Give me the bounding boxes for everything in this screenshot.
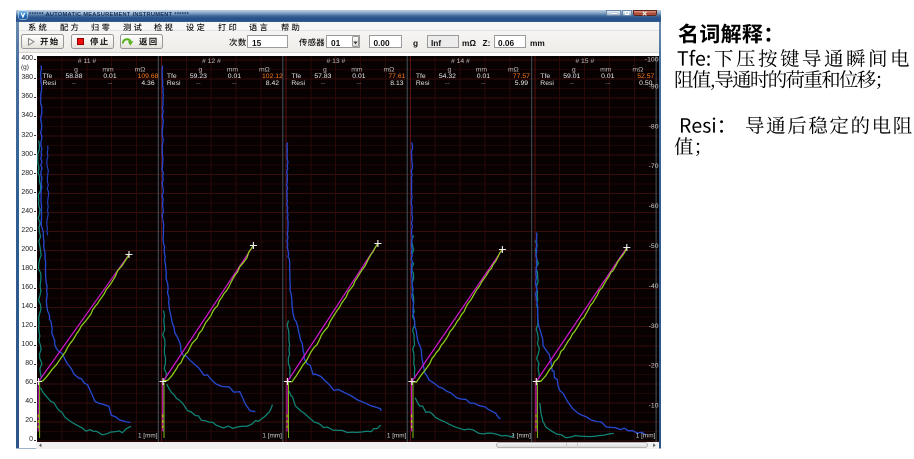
svg-text:--: --: [481, 80, 486, 87]
svg-text:1 [mm]: 1 [mm]: [137, 432, 157, 439]
svg-text:-70: -70: [648, 163, 658, 170]
svg-text:4.36: 4.36: [141, 80, 154, 87]
svg-text:# 14 #: # 14 #: [450, 57, 469, 64]
svg-text:--: --: [569, 80, 574, 87]
svg-text:# 11 #: # 11 #: [77, 57, 96, 64]
svg-text:5.99: 5.99: [514, 80, 527, 87]
svg-text:Resi: Resi: [291, 80, 305, 87]
svg-text:1 [mm]: 1 [mm]: [635, 432, 655, 439]
svg-text:Resi: Resi: [166, 80, 180, 87]
svg-text:8.13: 8.13: [390, 80, 403, 87]
svg-text:-50: -50: [648, 243, 658, 250]
svg-text:-40: -40: [648, 282, 658, 289]
svg-text:--: --: [232, 80, 237, 87]
svg-text:-90: -90: [648, 83, 658, 90]
svg-text:-60: -60: [648, 203, 658, 210]
svg-text:-30: -30: [648, 322, 658, 329]
svg-text:8.42: 8.42: [265, 80, 278, 87]
svg-text:Resi: Resi: [415, 80, 429, 87]
svg-text:--: --: [107, 80, 112, 87]
svg-text:# 15 #: # 15 #: [575, 57, 594, 64]
svg-text:--: --: [605, 80, 610, 87]
svg-text:1 [mm]: 1 [mm]: [511, 432, 531, 439]
svg-text:# 12 #: # 12 #: [201, 57, 220, 64]
svg-text:# 13 #: # 13 #: [326, 57, 345, 64]
svg-text:1 [mm]: 1 [mm]: [262, 432, 282, 439]
svg-text:Resi: Resi: [540, 80, 554, 87]
svg-text:-20: -20: [648, 362, 658, 369]
svg-text:1 [mm]: 1 [mm]: [386, 432, 406, 439]
svg-text:--: --: [196, 80, 201, 87]
svg-text:--: --: [356, 80, 361, 87]
svg-text:-100: -100: [644, 56, 658, 63]
svg-text:--: --: [71, 80, 76, 87]
svg-text:-80: -80: [648, 123, 658, 130]
svg-text:Resi: Resi: [42, 80, 56, 87]
svg-text:-10: -10: [648, 402, 658, 409]
svg-text:--: --: [320, 80, 325, 87]
svg-text:--: --: [445, 80, 450, 87]
